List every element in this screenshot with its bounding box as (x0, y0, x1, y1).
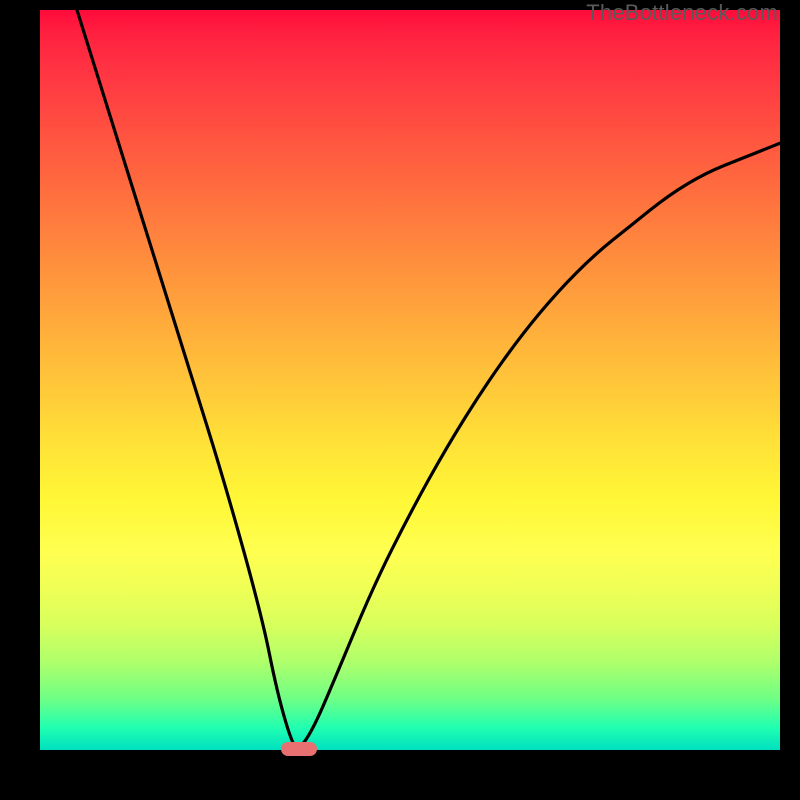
bottleneck-curve-path (77, 10, 780, 747)
watermark-text: TheBottleneck.com (586, 0, 778, 26)
plot-area (40, 10, 780, 750)
curve-svg (40, 10, 780, 750)
minimum-marker (281, 742, 317, 756)
chart-container: TheBottleneck.com (0, 0, 800, 800)
